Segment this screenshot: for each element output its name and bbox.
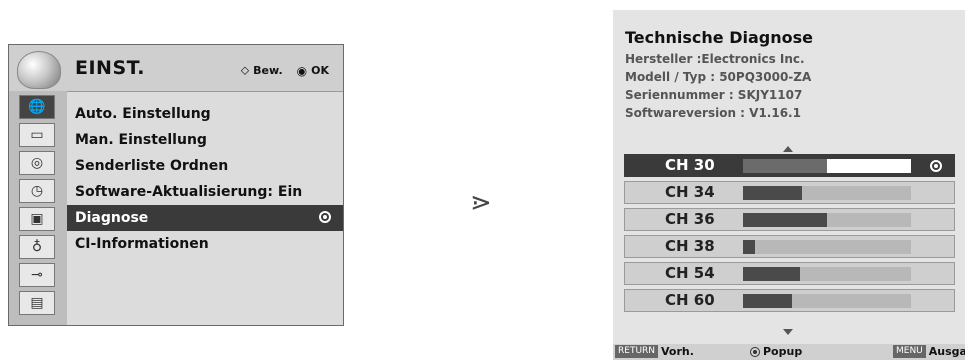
return-key: RETURN	[615, 345, 659, 358]
channel-row[interactable]: CH 60	[624, 289, 955, 312]
diagnose-panel: Technische Diagnose Hersteller :Electron…	[613, 10, 965, 360]
menu-item-senderliste-ordnen[interactable]: Senderliste Ordnen	[67, 153, 343, 179]
transition-arrow-icon: ⋗	[470, 188, 492, 218]
menu-item-label: Diagnose	[75, 210, 149, 226]
selected-radio-icon	[319, 211, 331, 223]
tv-icon[interactable]: ▭	[19, 123, 55, 147]
signal-bar	[743, 294, 911, 308]
software-version-text: Softwareversion : V1.16.1	[625, 106, 801, 120]
signal-bar	[743, 186, 911, 200]
channel-label: CH 30	[665, 156, 715, 174]
channel-row[interactable]: CH 54	[624, 262, 955, 285]
menu-item-diagnose[interactable]: Diagnose	[67, 205, 343, 231]
footer-bar: RETURN Vorh. Popup MENU Ausgang	[613, 344, 965, 360]
menu-hints: ⬦ Bew. ◉ OK	[241, 63, 329, 78]
serial-text: Seriennummer : SKJY1107	[625, 88, 803, 102]
channel-row[interactable]: CH 30	[624, 154, 955, 177]
signal-fill	[743, 267, 801, 281]
signal-bar	[743, 213, 911, 227]
menu-sidebar: 🌐 ▭ ◎ ◷ ▣ ♁ ⊸ ▤	[9, 91, 67, 325]
signal-fill	[743, 294, 792, 308]
menu-item-label: Man. Einstellung	[75, 132, 207, 148]
channel-row[interactable]: CH 36	[624, 208, 955, 231]
channel-label: CH 60	[665, 291, 715, 309]
move-arrows-icon: ⬦	[240, 63, 250, 77]
key-icon[interactable]: ♁	[19, 235, 55, 259]
signal-fill	[743, 213, 827, 227]
return-label: Vorh.	[661, 345, 694, 358]
scroll-down-icon[interactable]	[783, 329, 793, 335]
signal-fill	[743, 186, 802, 200]
diagnose-title: Technische Diagnose	[625, 28, 813, 47]
manufacturer-text: Hersteller :Electronics Inc.	[625, 52, 805, 66]
channel-label: CH 54	[665, 264, 715, 282]
signal-bar	[743, 159, 911, 173]
menu-header: EINST. ⬦ Bew. ◉ OK	[9, 45, 343, 92]
menu-item-label: Auto. Einstellung	[75, 106, 211, 122]
menu-item-auto-einstellung[interactable]: Auto. Einstellung	[67, 101, 343, 127]
menu-item-label: CI-Informationen	[75, 236, 209, 252]
menu-list: Auto. Einstellung Man. Einstellung Sende…	[67, 101, 343, 257]
popup-hint[interactable]: Popup	[750, 345, 802, 358]
signal-bar	[743, 240, 911, 254]
globe-icon[interactable]: 🌐	[19, 95, 55, 119]
menu-key: MENU	[893, 345, 926, 358]
clock-icon[interactable]: ◷	[19, 179, 55, 203]
hint-move-label: Bew.	[253, 64, 283, 77]
speaker-icon[interactable]: ◎	[19, 151, 55, 175]
ok-radio-icon	[750, 346, 760, 357]
selected-radio-icon	[930, 160, 942, 172]
channel-label: CH 34	[665, 183, 715, 201]
model-text: Modell / Typ : 50PQ3000-ZA	[625, 70, 812, 84]
menu-title: EINST.	[75, 57, 145, 79]
menu-item-man-einstellung[interactable]: Man. Einstellung	[67, 127, 343, 153]
settings-logo-icon	[17, 51, 61, 89]
menu-item-label: Software-Aktualisierung: Ein	[75, 184, 303, 200]
signal-bar	[743, 267, 911, 281]
film-icon[interactable]: ▤	[19, 291, 55, 315]
channel-row[interactable]: CH 34	[624, 181, 955, 204]
menu-item-label: Senderliste Ordnen	[75, 158, 229, 174]
signal-fill	[743, 240, 755, 254]
menu-exit-label: Ausgang	[928, 345, 965, 358]
signal-fill	[743, 159, 827, 173]
scroll-up-icon[interactable]	[783, 146, 793, 152]
return-hint[interactable]: RETURN Vorh.	[615, 345, 694, 358]
channel-label: CH 36	[665, 210, 715, 228]
channel-row[interactable]: CH 38	[624, 235, 955, 258]
hint-ok-label: OK	[311, 64, 329, 77]
channel-label: CH 38	[665, 237, 715, 255]
ok-radio-icon: ◉	[296, 63, 308, 78]
plug-icon[interactable]: ⊸	[19, 263, 55, 287]
menu-item-software-aktualisierung[interactable]: Software-Aktualisierung: Ein	[67, 179, 343, 205]
lock-icon[interactable]: ▣	[19, 207, 55, 231]
popup-label: Popup	[763, 345, 803, 358]
menu-item-ci-informationen[interactable]: CI-Informationen	[67, 231, 343, 257]
diagnose-info: Technische Diagnose Hersteller :Electron…	[625, 28, 813, 122]
menu-exit-hint[interactable]: MENU Ausgang	[893, 345, 965, 358]
settings-menu: EINST. ⬦ Bew. ◉ OK 🌐 ▭ ◎ ◷ ▣ ♁ ⊸ ▤ Auto.…	[8, 44, 344, 326]
